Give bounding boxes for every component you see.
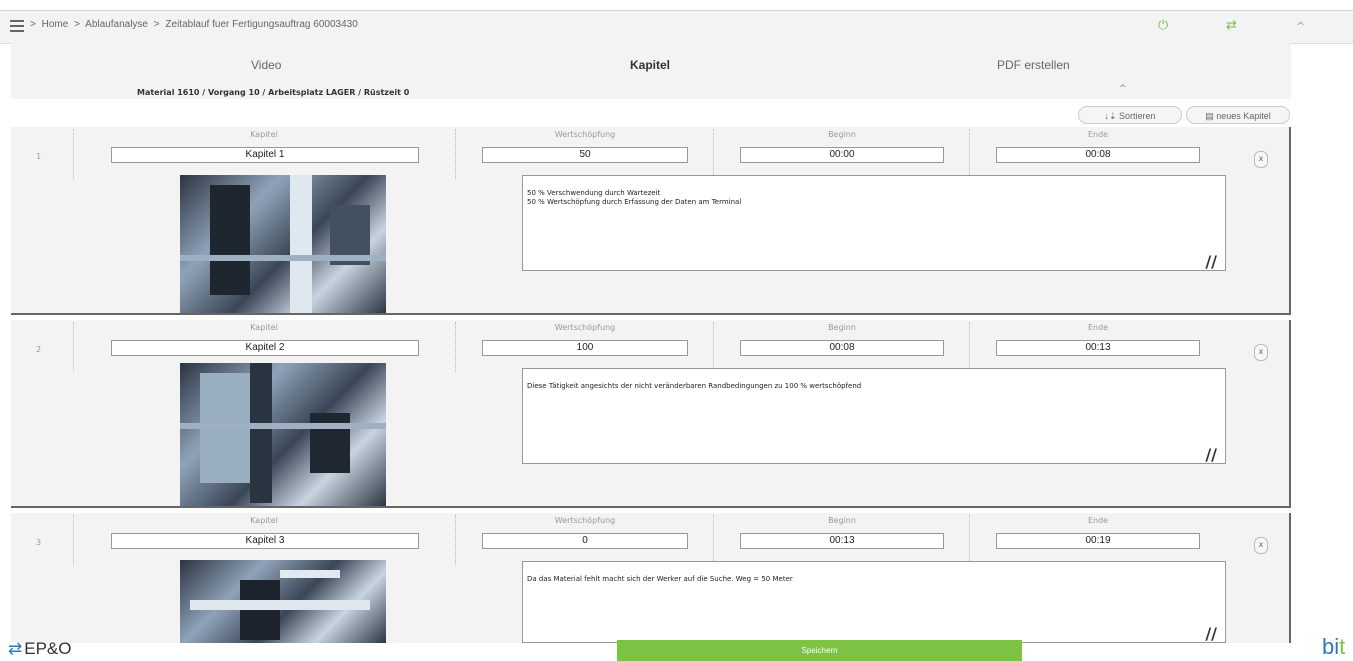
divider xyxy=(455,129,456,179)
divider xyxy=(713,129,714,179)
description-text: Diese Tätigkeit angesichts der nicht ver… xyxy=(527,382,862,390)
column-label-beginn: Beginn xyxy=(828,130,856,139)
column-label-ende: Ende xyxy=(1087,516,1109,525)
delete-chapter-button[interactable]: x xyxy=(1254,344,1268,361)
bit-logo: bit xyxy=(1322,634,1345,660)
tab-kapitel[interactable]: Kapitel xyxy=(630,58,670,72)
tab-pdf[interactable]: PDF erstellen xyxy=(997,58,1070,72)
ep-o-logo: ⇄ EP&O xyxy=(8,639,72,659)
column-label-kapitel: Kapitel xyxy=(250,323,278,332)
end-time-input[interactable]: 00:08 xyxy=(996,147,1200,163)
resize-handle-icon[interactable]: // xyxy=(1205,447,1217,463)
chapter-description[interactable]: Da das Material fehlt macht sich der Wer… xyxy=(522,561,1226,643)
bit-logo-b: b xyxy=(1322,634,1335,659)
column-label-ende: Ende xyxy=(1087,323,1109,332)
divider xyxy=(969,515,970,565)
description-text: 50 % Verschwendung durch Wartezeit 50 % … xyxy=(527,189,742,206)
column-label-beginn: Beginn xyxy=(828,323,856,332)
end-time-input[interactable]: 00:19 xyxy=(996,533,1200,549)
divider xyxy=(73,322,74,372)
power-icon[interactable]: ⏻ xyxy=(1158,18,1168,33)
menu-icon[interactable] xyxy=(10,20,24,35)
chapter-card: 1 Kapitel Wertschöpfung Beginn Ende Kapi… xyxy=(11,127,1291,315)
divider xyxy=(455,515,456,565)
breadcrumb: > Home > Ablaufanalyse > Zeitablauf fuer… xyxy=(30,19,361,30)
column-label-ende: Ende xyxy=(1087,130,1109,139)
chapter-name-input[interactable]: Kapitel 2 xyxy=(111,340,419,356)
chapter-number: 3 xyxy=(36,538,42,547)
collapse-icon[interactable]: ^ xyxy=(1296,20,1305,33)
resize-handle-icon[interactable]: // xyxy=(1205,626,1217,642)
delete-chapter-button[interactable]: x xyxy=(1254,537,1268,554)
end-time-input[interactable]: 00:13 xyxy=(996,340,1200,356)
chapter-card: 2 Kapitel Wertschöpfung Beginn Ende Kapi… xyxy=(11,320,1291,508)
save-button[interactable]: Speichern xyxy=(617,640,1022,661)
value-input[interactable]: 100 xyxy=(482,340,688,356)
sort-label: Sortieren xyxy=(1119,111,1156,121)
chapter-name-input[interactable]: Kapitel 1 xyxy=(111,147,419,163)
bit-logo-t: t xyxy=(1339,634,1346,659)
material-info: Material 1610 / Vorgang 10 / Arbeitsplat… xyxy=(137,88,410,97)
chapter-number: 1 xyxy=(36,152,42,161)
divider xyxy=(455,322,456,372)
divider xyxy=(969,322,970,372)
start-time-input[interactable]: 00:13 xyxy=(740,533,944,549)
chapter-thumbnail[interactable] xyxy=(180,175,386,313)
logo-text: EP&O xyxy=(24,639,72,658)
chevron-up-icon[interactable]: ^ xyxy=(1119,84,1127,94)
start-time-input[interactable]: 00:08 xyxy=(740,340,944,356)
column-label-kapitel: Kapitel xyxy=(250,516,278,525)
swap-icon[interactable]: ⇄ xyxy=(1226,18,1237,33)
new-chapter-button[interactable]: ▤ neues Kapitel xyxy=(1186,106,1290,124)
value-input[interactable]: 0 xyxy=(482,533,688,549)
column-label-beginn: Beginn xyxy=(828,516,856,525)
sort-button[interactable]: ↓⇣ Sortieren xyxy=(1078,106,1182,124)
chapter-card: 3 Kapitel Wertschöpfung Beginn Ende Kapi… xyxy=(11,513,1291,643)
breadcrumb-sep: > xyxy=(30,19,36,30)
divider xyxy=(713,322,714,372)
top-bar: > Home > Ablaufanalyse > Zeitablauf fuer… xyxy=(0,10,1353,44)
breadcrumb-home[interactable]: Home xyxy=(42,19,69,30)
logo-arrows-icon: ⇄ xyxy=(8,639,23,658)
breadcrumb-sep: > xyxy=(153,19,160,30)
divider xyxy=(969,129,970,179)
tab-video[interactable]: Video xyxy=(251,58,281,72)
divider xyxy=(73,129,74,179)
chapter-number: 2 xyxy=(36,345,42,354)
chapter-description[interactable]: Diese Tätigkeit angesichts der nicht ver… xyxy=(522,368,1226,464)
description-text: Da das Material fehlt macht sich der Wer… xyxy=(527,575,793,583)
chapter-thumbnail[interactable] xyxy=(180,560,386,643)
document-icon: ▤ xyxy=(1205,111,1217,121)
chapter-thumbnail[interactable] xyxy=(180,363,386,506)
column-label-wertschoepfung: Wertschöpfung xyxy=(554,130,616,139)
breadcrumb-sep: > xyxy=(74,19,80,30)
chapter-description[interactable]: 50 % Verschwendung durch Wartezeit 50 % … xyxy=(522,175,1226,271)
new-chapter-label: neues Kapitel xyxy=(1216,111,1271,121)
divider xyxy=(73,515,74,565)
divider xyxy=(713,515,714,565)
sort-icon: ↓⇣ xyxy=(1104,111,1119,121)
column-label-wertschoepfung: Wertschöpfung xyxy=(554,516,616,525)
tabs-row: Video Kapitel PDF erstellen Material 161… xyxy=(11,43,1291,99)
breadcrumb-current: Zeitablauf fuer Fertigungsauftrag 600034… xyxy=(165,19,358,30)
delete-chapter-button[interactable]: x xyxy=(1254,151,1268,168)
start-time-input[interactable]: 00:00 xyxy=(740,147,944,163)
breadcrumb-ablaufanalyse[interactable]: Ablaufanalyse xyxy=(85,19,148,30)
chapter-name-input[interactable]: Kapitel 3 xyxy=(111,533,419,549)
column-label-kapitel: Kapitel xyxy=(250,130,278,139)
resize-handle-icon[interactable]: // xyxy=(1205,254,1217,270)
value-input[interactable]: 50 xyxy=(482,147,688,163)
column-label-wertschoepfung: Wertschöpfung xyxy=(554,323,616,332)
